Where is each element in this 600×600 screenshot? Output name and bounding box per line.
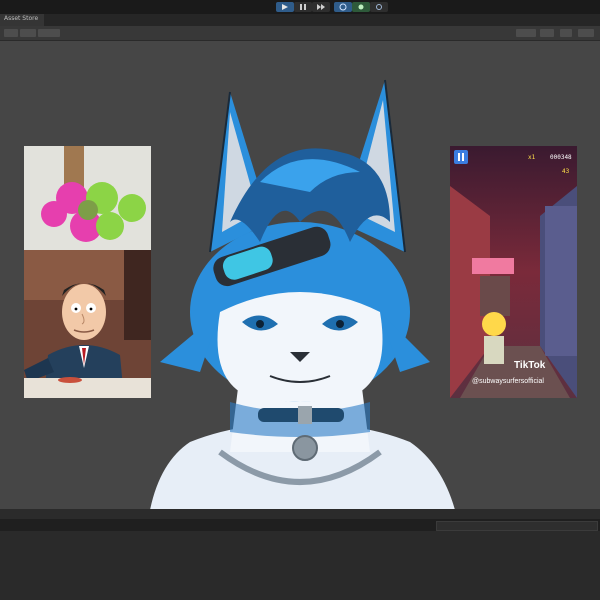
- tab-label: Asset Store: [4, 15, 39, 22]
- game-multiplier: x1: [528, 154, 536, 161]
- play-icon: [282, 4, 288, 10]
- cloud-icon: [376, 4, 382, 10]
- bottom-panel: [0, 531, 600, 600]
- scene-toolbar: [0, 26, 600, 41]
- tool-button[interactable]: [38, 29, 60, 37]
- layers-icon: [339, 3, 347, 11]
- editor-status-bar: [0, 509, 600, 519]
- tiktok-handle: @subwaysurfersofficial: [472, 378, 544, 385]
- account-button[interactable]: [352, 2, 370, 12]
- cloud-button[interactable]: [370, 2, 388, 12]
- scene-option-button[interactable]: [540, 29, 554, 37]
- tool-button[interactable]: [4, 29, 18, 37]
- tab-asset-store[interactable]: Asset Store: [0, 14, 44, 26]
- layers-button[interactable]: [334, 2, 352, 12]
- scene-option-button[interactable]: [578, 29, 594, 37]
- timeline-slider[interactable]: [436, 521, 598, 531]
- tool-button[interactable]: [20, 29, 36, 37]
- step-icon: [317, 4, 325, 10]
- step-button[interactable]: [312, 2, 330, 12]
- tab-row: [0, 14, 600, 26]
- game-score: 000348: [550, 154, 572, 161]
- tiktok-brand: TikTok: [514, 360, 546, 371]
- scene-option-button[interactable]: [516, 29, 536, 37]
- avatar-character: [150, 79, 455, 510]
- pause-icon: [300, 4, 306, 10]
- play-toolbar: [0, 0, 600, 14]
- account-icon: [358, 4, 364, 10]
- game-coins: 43: [562, 168, 570, 175]
- pause-button[interactable]: [294, 2, 312, 12]
- play-button[interactable]: [276, 2, 294, 12]
- scene-option-button[interactable]: [560, 29, 572, 37]
